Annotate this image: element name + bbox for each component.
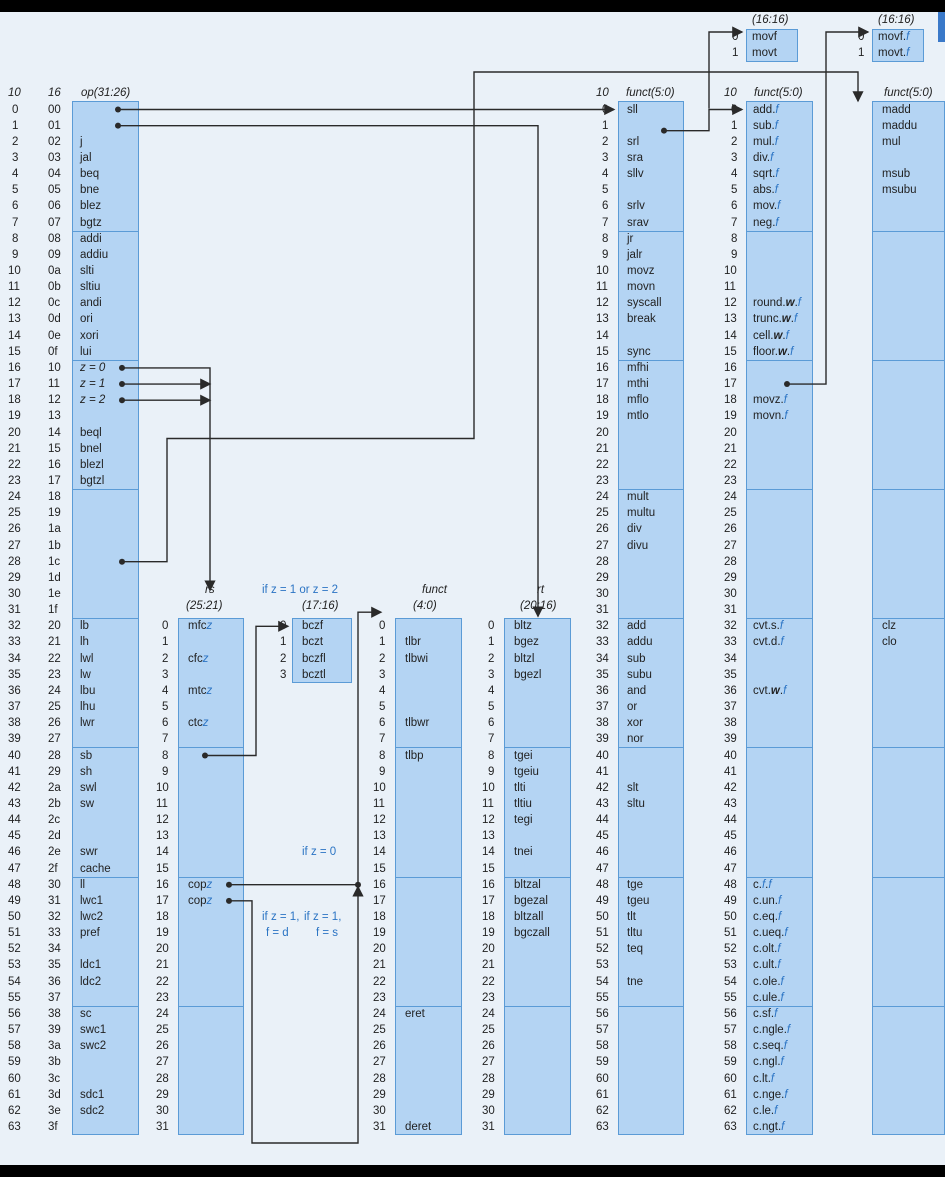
cop0-funct-connector	[357, 606, 383, 885]
movci-connector	[708, 26, 744, 109]
cop-connector	[122, 367, 216, 592]
movcf-connector	[787, 26, 870, 385]
corner-tab	[938, 12, 945, 42]
instruction-encoding-diagram: 10 16 op(31:26) 0 00 1 01 2 02 j 3 03 jal 4 04 beq 5 05 bn…	[0, 12, 945, 1165]
cop1-funct-connector	[229, 885, 364, 1144]
fp-connector	[664, 103, 744, 132]
bc-connector	[205, 620, 290, 757]
regimm-connector	[118, 124, 544, 618]
special2-connector	[122, 71, 864, 563]
connector-lines	[115, 26, 870, 1144]
